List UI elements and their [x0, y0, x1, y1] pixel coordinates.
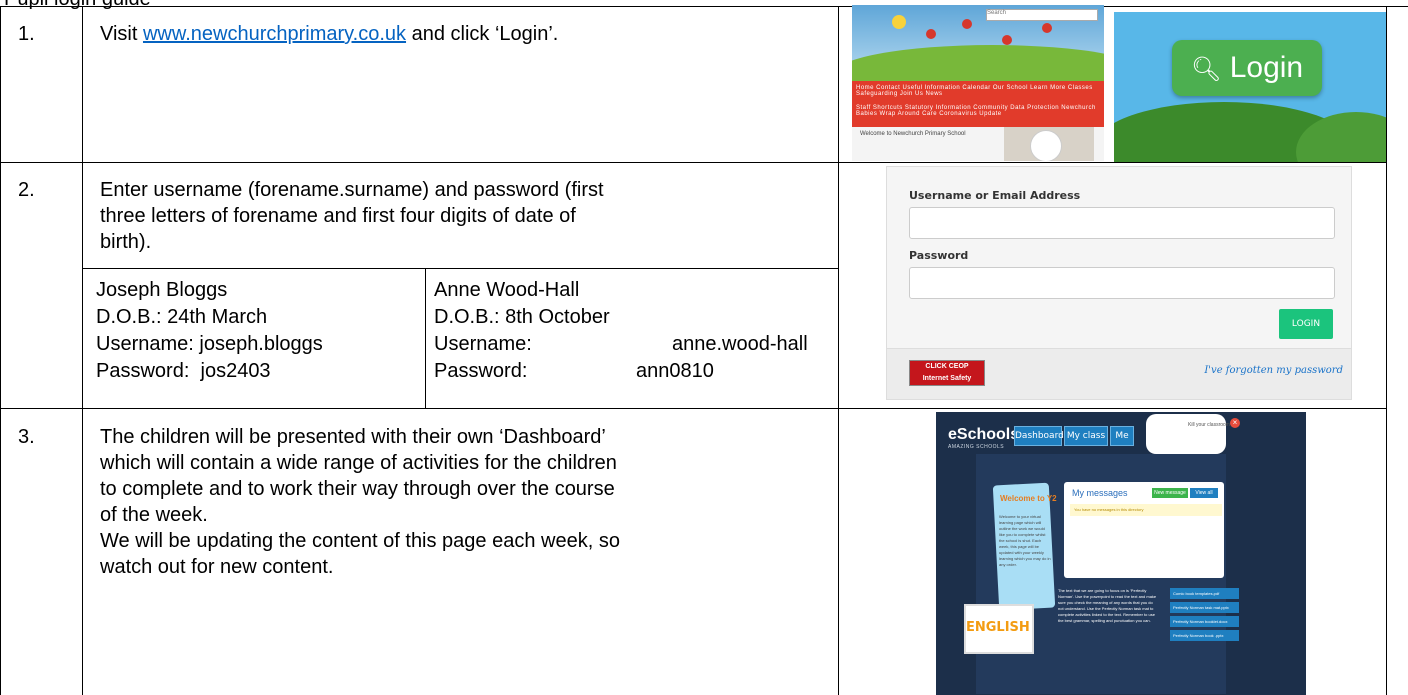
dashboard-screenshot: eSchools AMAZING SCHOOLS Dashboard My cl…: [936, 412, 1306, 695]
header-rule: [1298, 6, 1408, 7]
tab-me: Me: [1110, 426, 1134, 446]
row2-number: 2.: [18, 179, 35, 201]
password-field: [909, 267, 1335, 299]
row-divider-2: [0, 408, 1386, 409]
no-messages-note: You have no messages in this directory: [1070, 504, 1222, 516]
example-username-value: joseph.bloggs: [199, 333, 323, 355]
site-bird: [1042, 23, 1052, 33]
site-nav-line-1: Home Contact Useful Information Calendar…: [856, 85, 1093, 97]
login-button: 🔍︎ Login: [1172, 40, 1322, 96]
subtable-col-divider: [425, 268, 426, 408]
forgot-password-link: I've forgotten my password: [1204, 365, 1343, 376]
row3-line: We will be updating the content of this …: [100, 530, 620, 552]
username-label: Username or Email Address: [909, 189, 1081, 202]
example-username-label: Username:: [96, 333, 194, 355]
subtable-top: [82, 268, 838, 269]
ceop-badge: CLICK CEOP Internet Safety: [909, 360, 985, 386]
site-bird: [926, 29, 936, 39]
row1-text-before: Visit: [100, 23, 143, 45]
eschools-logo-sub: AMAZING SCHOOLS: [948, 444, 1005, 450]
site-photo-dog: [1030, 130, 1062, 161]
example-password: Password: jos2403: [96, 358, 271, 384]
username-field: [909, 207, 1335, 239]
login-button-label: Login: [1229, 51, 1304, 84]
ceop-line-1: CLICK CEOP: [925, 363, 969, 370]
login-submit-button: LOGIN: [1279, 309, 1333, 339]
row3-number: 3.: [18, 426, 35, 448]
row2-line-3: birth).: [100, 231, 152, 253]
login-form-screenshot: Username or Email Address Password LOGIN…: [886, 166, 1352, 400]
site-bird: [962, 19, 972, 29]
example-password-value: ann0810: [636, 360, 714, 382]
col-divider-image: [838, 6, 839, 695]
table-border-right: [1386, 6, 1387, 695]
row3-line: The children will be presented with thei…: [100, 426, 606, 448]
site-nav-line-2: Staff Shortcuts Statutory Information Co…: [856, 105, 1096, 117]
school-website-screenshot: Search Home Contact Useful Information C…: [852, 5, 1104, 161]
example-name: Joseph Bloggs: [96, 279, 228, 301]
file-link: Perfectly Norman book .pptx: [1170, 630, 1239, 641]
example-dob: D.O.B.: 8th October: [434, 306, 610, 328]
row3-instruction: The children will be presented with thei…: [100, 424, 830, 580]
example-password-label: Password:: [96, 360, 190, 382]
example-dob: D.O.B.: 24th March: [96, 306, 268, 328]
row3-line: watch out for new content.: [100, 556, 334, 578]
row-divider-1: [0, 162, 1386, 163]
view-all-button: View all: [1190, 488, 1218, 498]
col-divider-num: [82, 6, 83, 695]
example-password-value: jos2403: [200, 360, 271, 382]
welcome-title: Welcome to Y2: [1000, 494, 1057, 503]
tab-dashboard: Dashboard: [1014, 426, 1064, 446]
row1-text-after: and click ‘Login’.: [406, 23, 559, 45]
key-icon: 🔍︎: [1190, 56, 1222, 83]
example-username: Username: joseph.bloggs: [96, 331, 323, 357]
row3-line: of the week.: [100, 504, 208, 526]
row1-instruction: Visit www.newchurchprimary.co.uk and cli…: [100, 21, 558, 47]
site-search-input: Search: [986, 9, 1098, 21]
school-website-link[interactable]: www.newchurchprimary.co.uk: [143, 23, 406, 45]
welcome-body: Welcome to your virtual learning page wh…: [999, 514, 1051, 567]
tab-my-class: My class: [1064, 426, 1108, 446]
row2-instruction: Enter username (forename.surname) and pa…: [100, 177, 820, 255]
new-message-button: New message: [1152, 488, 1188, 498]
messages-title: My messages: [1072, 488, 1128, 498]
file-link: Perfectly Norman booklet.docx: [1170, 616, 1239, 627]
password-label: Password: [909, 249, 969, 262]
login-button-screenshot: 🔍︎ Login: [1114, 12, 1386, 162]
site-bird: [1002, 35, 1012, 45]
speech-bubble-text: Kill your classroom: [1188, 422, 1230, 428]
english-description: The text that we are going to focus on i…: [1058, 588, 1157, 623]
example-username-value: anne.wood-hall: [672, 333, 808, 355]
row2-line-1: Enter username (forename.surname) and pa…: [100, 179, 604, 201]
eschools-logo: eSchools: [948, 426, 1020, 443]
login-form-footer: CLICK CEOP Internet Safety I've forgotte…: [887, 348, 1351, 399]
file-link: Comic book templates.pdf: [1170, 588, 1239, 599]
example-password-label: Password:: [434, 360, 528, 382]
row3-line: which will contain a wide range of activ…: [100, 452, 617, 474]
close-icon: ×: [1230, 418, 1240, 428]
english-label: ENGLISH: [966, 620, 1030, 635]
row3-line: to complete and to work their way throug…: [100, 478, 615, 500]
example-username-label: Username:: [434, 333, 532, 355]
row1-number: 1.: [18, 23, 35, 45]
row2-line-2: three letters of forename and first four…: [100, 205, 576, 227]
file-link: Perfectly Norman task mat.pptx: [1170, 602, 1239, 613]
site-sun: [892, 15, 906, 29]
example-name: Anne Wood-Hall: [434, 279, 580, 301]
speech-bubble: [1146, 414, 1226, 454]
table-border-left: [0, 6, 1, 695]
ceop-line-2: Internet Safety: [922, 375, 972, 382]
